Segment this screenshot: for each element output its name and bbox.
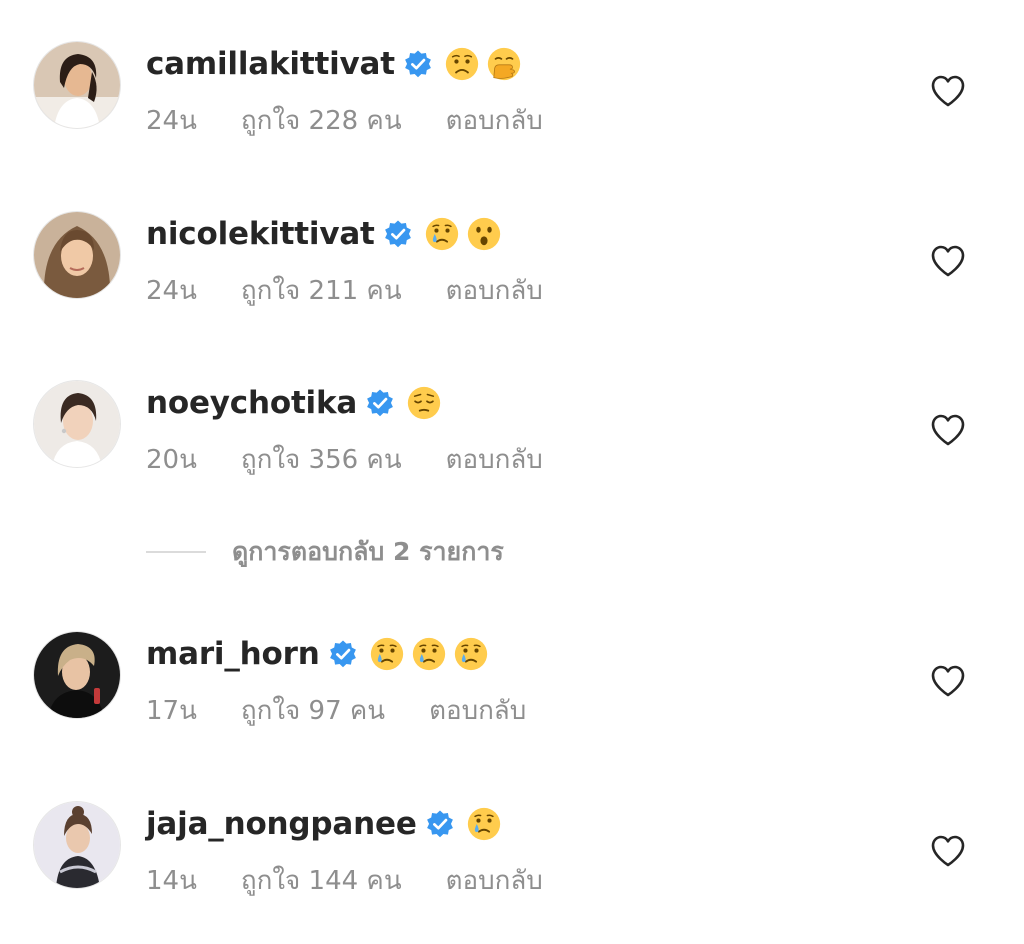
avatar[interactable]: [34, 802, 120, 888]
verified-badge-icon: [328, 639, 358, 669]
comment-time: 14น: [146, 866, 197, 896]
comment-username[interactable]: noeychotika: [146, 385, 357, 421]
view-replies-label: ดูการตอบกลับ 2 รายการ: [232, 537, 504, 566]
crying-face-emoji-icon: [467, 807, 501, 841]
worried-face-emoji-icon: [445, 47, 479, 81]
comment-item: noeychotika 20น ถูกใจ 356 คน ตอบกลับ: [0, 381, 1024, 501]
verified-badge-icon: [425, 809, 455, 839]
reply-button[interactable]: ตอบกลับ: [446, 860, 543, 901]
avatar-image: [34, 632, 120, 718]
view-replies-button[interactable]: ดูการตอบกลับ 2 รายการ: [146, 532, 504, 572]
comment-like-count[interactable]: ถูกใจ 228 คน: [241, 100, 402, 141]
heart-outline-icon[interactable]: [930, 664, 966, 698]
heart-outline-icon[interactable]: [930, 74, 966, 108]
crying-face-emoji-icon: [454, 637, 488, 671]
avatar[interactable]: [34, 42, 120, 128]
avatar-image: [34, 381, 120, 467]
reply-button[interactable]: ตอบกลับ: [446, 100, 543, 141]
pensive-face-emoji-icon: [407, 386, 441, 420]
reply-button[interactable]: ตอบกลับ: [429, 690, 526, 731]
divider: [146, 551, 206, 553]
comment-item: camillakittivat 24น ถูกใจ 228 คน ตอบกลับ: [0, 42, 1024, 162]
face-with-hand-over-mouth-emoji-icon: [487, 47, 521, 81]
comment-item: mari_horn 17น ถูกใจ 97 คน ตอบกลับ: [0, 632, 1024, 752]
reply-button[interactable]: ตอบกลับ: [446, 439, 543, 480]
reply-button[interactable]: ตอบกลับ: [446, 270, 543, 311]
comment-item: nicolekittivat 24น ถูกใจ 211 คน ตอบกลับ: [0, 212, 1024, 332]
comment-like-count[interactable]: ถูกใจ 97 คน: [241, 690, 385, 731]
heart-outline-icon[interactable]: [930, 413, 966, 447]
crying-face-emoji-icon: [412, 637, 446, 671]
verified-badge-icon: [365, 388, 395, 418]
comment-username[interactable]: mari_horn: [146, 636, 320, 672]
comment-like-count[interactable]: ถูกใจ 356 คน: [241, 439, 402, 480]
avatar-image: [34, 42, 120, 128]
comment-like-count[interactable]: ถูกใจ 211 คน: [241, 270, 402, 311]
comment-username[interactable]: jaja_nongpanee: [146, 806, 417, 842]
comment-like-count[interactable]: ถูกใจ 144 คน: [241, 860, 402, 901]
verified-badge-icon: [383, 219, 413, 249]
comment-time: 24น: [146, 276, 197, 306]
avatar-image: [34, 212, 120, 298]
heart-outline-icon[interactable]: [930, 244, 966, 278]
comment-time: 20น: [146, 445, 197, 475]
heart-outline-icon[interactable]: [930, 834, 966, 868]
comment-time: 24น: [146, 106, 197, 136]
comment-time: 17น: [146, 696, 197, 726]
comment-username[interactable]: camillakittivat: [146, 46, 395, 82]
comment-item: jaja_nongpanee 14น ถูกใจ 144 คน ตอบกลับ: [0, 802, 1024, 922]
comment-username[interactable]: nicolekittivat: [146, 216, 375, 252]
hushed-face-emoji-icon: [467, 217, 501, 251]
avatar[interactable]: [34, 381, 120, 467]
crying-face-emoji-icon: [425, 217, 459, 251]
avatar[interactable]: [34, 212, 120, 298]
verified-badge-icon: [403, 49, 433, 79]
avatar[interactable]: [34, 632, 120, 718]
crying-face-emoji-icon: [370, 637, 404, 671]
avatar-image: [34, 802, 120, 888]
